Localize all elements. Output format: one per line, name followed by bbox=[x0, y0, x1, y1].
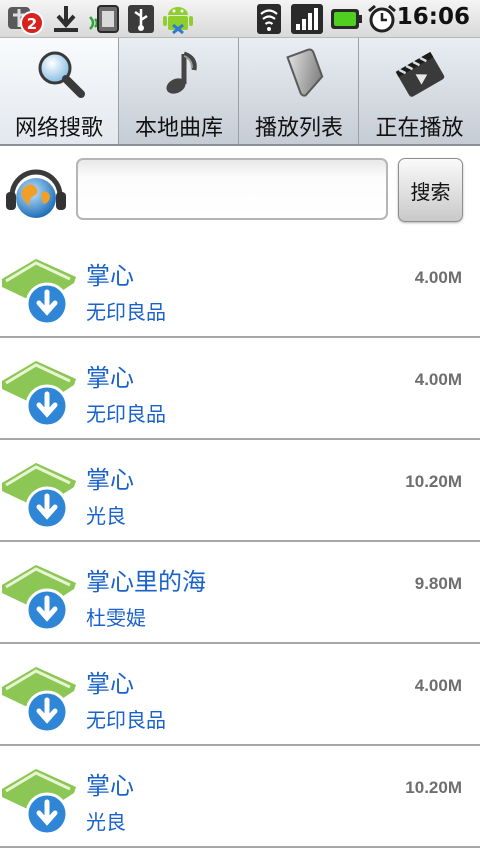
tab-playlist[interactable]: 播放列表 bbox=[240, 38, 359, 144]
search-input[interactable] bbox=[76, 158, 388, 220]
song-artist: 无印良品 bbox=[86, 402, 166, 426]
alarm-icon bbox=[368, 4, 396, 33]
signal-icon bbox=[291, 4, 323, 34]
list-item[interactable]: 掌心 无印良品 4.00M bbox=[0, 338, 480, 440]
wifi-icon bbox=[257, 4, 281, 34]
song-title: 掌心 bbox=[86, 466, 134, 494]
song-title: 掌心 bbox=[86, 262, 134, 290]
playlist-icon bbox=[286, 48, 324, 97]
list-item[interactable]: 掌心 光良 10.20M bbox=[0, 746, 480, 848]
notification-badge-icon: 2 bbox=[8, 7, 44, 35]
download-song-icon bbox=[2, 259, 76, 326]
music-note-icon bbox=[166, 51, 197, 94]
android-icon bbox=[163, 7, 193, 35]
download-song-icon bbox=[2, 769, 76, 836]
tab-label: 网络搜歌 bbox=[14, 116, 103, 141]
download-song-icon bbox=[2, 361, 76, 428]
battery-icon bbox=[331, 9, 362, 29]
file-size: 4.00M bbox=[414, 370, 462, 389]
download-icon bbox=[54, 6, 78, 32]
file-size: 9.80M bbox=[414, 574, 462, 593]
tab-bar: 网络搜歌 本地曲库 播放列表 正在播放 bbox=[0, 38, 480, 146]
list-item[interactable]: 掌心 光良 10.20M bbox=[0, 440, 480, 542]
tab-online-search[interactable]: 网络搜歌 bbox=[0, 38, 119, 144]
list-item[interactable]: 掌心 无印良品 4.00M bbox=[0, 644, 480, 746]
clock: 16:06 bbox=[396, 4, 470, 30]
song-title: 掌心 bbox=[86, 670, 134, 698]
usb-storage-icon bbox=[89, 5, 119, 33]
headphone-globe-icon bbox=[6, 169, 66, 218]
file-size: 10.20M bbox=[405, 778, 462, 797]
list-item[interactable]: 掌心 无印良品 4.00M bbox=[0, 236, 480, 338]
tab-now-playing[interactable]: 正在播放 bbox=[360, 38, 479, 144]
download-song-icon bbox=[2, 565, 76, 632]
song-title: 掌心 bbox=[86, 364, 134, 392]
tab-label: 本地曲库 bbox=[134, 116, 223, 141]
search-button[interactable]: 搜索 bbox=[398, 158, 463, 222]
now-playing-icon bbox=[395, 51, 445, 97]
song-title: 掌心 bbox=[86, 772, 134, 800]
svg-text:2: 2 bbox=[27, 15, 37, 33]
tab-local-library[interactable]: 本地曲库 bbox=[120, 38, 239, 144]
download-song-icon bbox=[2, 667, 76, 734]
tab-label: 正在播放 bbox=[375, 116, 464, 141]
file-size: 4.00M bbox=[414, 268, 462, 287]
song-artist: 无印良品 bbox=[86, 708, 166, 732]
list-item[interactable]: 掌心里的海 杜雯媞 9.80M bbox=[0, 542, 480, 644]
tab-label: 播放列表 bbox=[254, 116, 343, 141]
search-icon bbox=[38, 51, 85, 98]
song-artist: 无印良品 bbox=[86, 300, 166, 324]
song-artist: 杜雯媞 bbox=[86, 606, 146, 630]
status-bar: 2 16:06 bbox=[0, 0, 480, 38]
search-row: 搜索 bbox=[0, 146, 480, 234]
song-list: 掌心 无印良品 4.00M 掌心 无印良品 4.00M 掌心 光良 10.20M bbox=[0, 236, 480, 848]
download-song-icon bbox=[2, 463, 76, 530]
song-artist: 光良 bbox=[86, 810, 126, 834]
file-size: 10.20M bbox=[405, 472, 462, 491]
file-size: 4.00M bbox=[414, 676, 462, 695]
song-title: 掌心里的海 bbox=[86, 568, 206, 596]
usb-icon bbox=[128, 5, 154, 33]
song-artist: 光良 bbox=[86, 504, 126, 528]
